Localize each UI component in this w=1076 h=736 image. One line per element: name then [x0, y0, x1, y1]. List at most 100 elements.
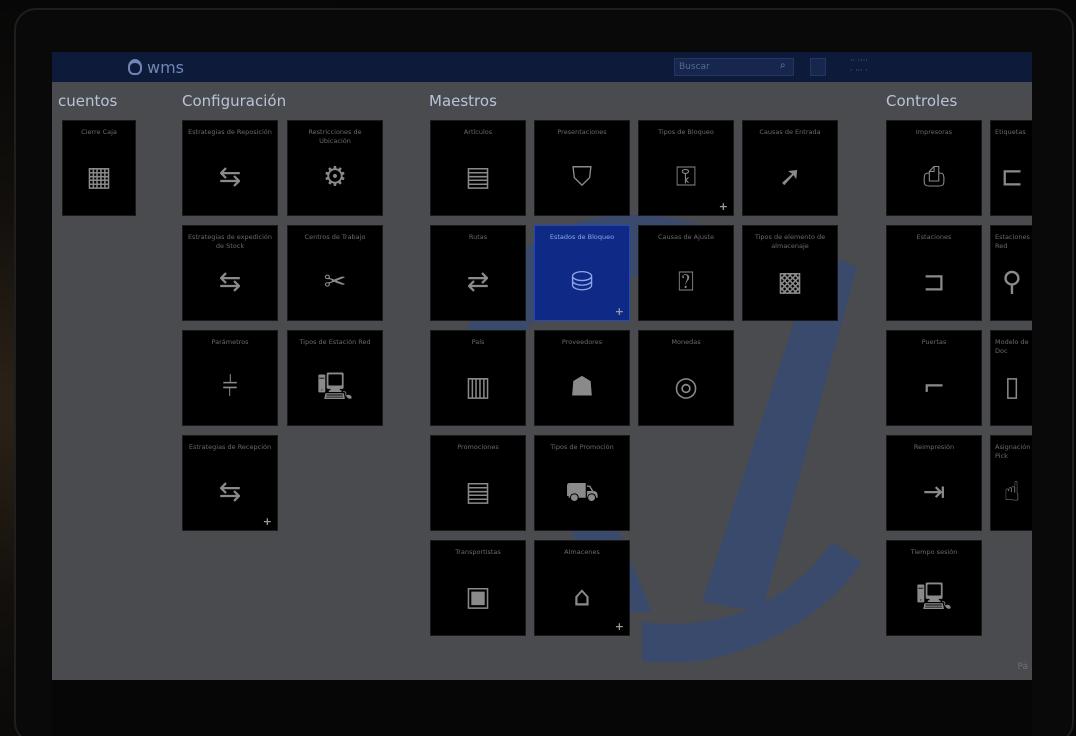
- network-icon: ⚲: [1002, 266, 1022, 298]
- tile-label: Presentaciones: [557, 128, 607, 136]
- add-icon[interactable]: +: [719, 200, 728, 213]
- tile-estados-bloqueo[interactable]: Estados de Bloqueo ⛁ +: [534, 225, 630, 321]
- tile-articulos[interactable]: Artículos ▤: [430, 120, 526, 216]
- hand-icon: ☝: [1003, 476, 1021, 508]
- location-settings-icon: ⚙: [322, 161, 348, 193]
- transfer-arrows-icon: ⇄: [466, 266, 490, 298]
- laptop-base: [52, 680, 1032, 736]
- tile-estaciones[interactable]: Estaciones ⊐: [886, 225, 982, 321]
- tile-label: Monedas: [671, 338, 701, 346]
- label-icon: ⊏: [1000, 161, 1024, 193]
- tile-cierre-caja[interactable]: Cierre Caja ▦: [62, 120, 136, 216]
- tile-centros-trabajo[interactable]: Centros de Trabajo ✂: [287, 225, 383, 321]
- tile-causas-ajuste[interactable]: Causas de Ajuste ⍰: [638, 225, 734, 321]
- tile-estrategias-expedicion[interactable]: Estrategias de expedición de Stock ⇆: [182, 225, 278, 321]
- tile-label: Reimpresión: [913, 443, 955, 451]
- tile-label: Rutas: [468, 233, 488, 241]
- tile-label: Restricciones de Ubicación: [308, 128, 362, 145]
- tile-label: Estrategias de Reposición: [188, 128, 272, 136]
- warehouse-icon: ⌂: [573, 581, 591, 613]
- tile-impresoras[interactable]: Impresoras ⎙: [886, 120, 982, 216]
- tile-monedas[interactable]: Monedas ◎: [638, 330, 734, 426]
- tile-label: País: [471, 338, 485, 346]
- tile-rutas[interactable]: Rutas ⇄: [430, 225, 526, 321]
- tile-promociones[interactable]: Promociones ▤: [430, 435, 526, 531]
- tools-icon: ✂: [323, 266, 347, 298]
- section-cuentos: cuentos: [58, 92, 118, 110]
- app-screen: wms Buscar ⌕ ·· ···· · ··· · cuentos Con…: [52, 52, 1032, 680]
- tile-asignacion-pick[interactable]: Asignación Pick ☝: [990, 435, 1032, 531]
- app-logo[interactable]: wms: [128, 56, 184, 78]
- tile-label: Estaciones Red: [995, 233, 1030, 250]
- supplier-icon: ☗: [569, 371, 595, 403]
- tile-label: Modelo de Doc: [995, 338, 1029, 355]
- tile-pais[interactable]: País ▥: [430, 330, 526, 426]
- user-line-1: ·· ····: [850, 56, 868, 65]
- tile-label: Estrategias de Recepción: [188, 443, 272, 451]
- tile-tiempo-sesion[interactable]: Tiempo sesión 🖳: [886, 540, 982, 636]
- document-icon: ▯: [1004, 371, 1020, 403]
- tile-label: Artículos: [463, 128, 493, 136]
- door-icon: ⌐: [922, 371, 946, 403]
- tile-presentaciones[interactable]: Presentaciones ⛉: [534, 120, 630, 216]
- tile-estrategias-recepcion[interactable]: Estrategias de Recepción ⇆ +: [182, 435, 278, 531]
- tile-label: Tipos de Bloqueo: [658, 128, 714, 136]
- tile-tipos-elemento-almacenaje[interactable]: Tipos de elemento de almacenaje ▩: [742, 225, 838, 321]
- tile-causas-entrada[interactable]: Causas de Entrada ➚: [742, 120, 838, 216]
- photo-scene: wms Buscar ⌕ ·· ···· · ··· · cuentos Con…: [0, 0, 1076, 736]
- tile-reimpresion[interactable]: Reimpresión ⇥: [886, 435, 982, 531]
- search-input[interactable]: Buscar: [674, 58, 794, 76]
- tile-parametros[interactable]: Parámetros ⫩: [182, 330, 278, 426]
- tile-label: Parámetros: [211, 338, 249, 346]
- session-monitor-icon: 🖳: [915, 581, 953, 613]
- strategy-icon: ⇆: [218, 266, 242, 298]
- tile-tipos-promocion[interactable]: Tipos de Promoción ⛟: [534, 435, 630, 531]
- tile-label: Proveedores: [561, 338, 603, 346]
- logo-mark-icon: [128, 59, 142, 75]
- tile-label: Tiempo sesión: [910, 548, 958, 556]
- notifications-button[interactable]: [810, 58, 826, 76]
- tile-etiquetas[interactable]: Etiquetas ⊏: [990, 120, 1032, 216]
- tile-modelo-doc[interactable]: Modelo de Doc ▯: [990, 330, 1032, 426]
- strategy-icon: ⇆: [218, 161, 242, 193]
- search-icon[interactable]: ⌕: [780, 60, 786, 71]
- lock-question-icon: ⚿: [675, 161, 697, 193]
- tile-estrategias-reposicion[interactable]: Estrategias de Reposición ⇆: [182, 120, 278, 216]
- cart-question-icon: ⛟: [565, 476, 599, 508]
- reprint-icon: ⇥: [922, 476, 946, 508]
- lock-coins-icon: ⛁: [570, 266, 594, 298]
- workstation-icon: 🖳: [316, 371, 354, 403]
- tile-estaciones-red[interactable]: Estaciones Red ⚲: [990, 225, 1032, 321]
- calculator-icon: ▦: [86, 161, 112, 193]
- user-info[interactable]: ·· ···· · ··· ·: [850, 56, 868, 76]
- chip-icon: ▤: [465, 476, 491, 508]
- section-maestros: Maestros: [429, 92, 497, 110]
- user-line-2: · ··· ·: [850, 66, 868, 75]
- tile-tipos-estacion-red[interactable]: Tipos de Estación Red 🖳: [287, 330, 383, 426]
- tile-label: Transportistas: [455, 548, 501, 556]
- tile-transportistas[interactable]: Transportistas ▣: [430, 540, 526, 636]
- tile-label: Almacenes: [564, 548, 600, 556]
- tile-proveedores[interactable]: Proveedores ☗: [534, 330, 630, 426]
- chip-icon: ▤: [465, 161, 491, 193]
- section-controles: Controles: [886, 92, 958, 110]
- tile-tipos-bloqueo[interactable]: Tipos de Bloqueo ⚿ +: [638, 120, 734, 216]
- sliders-icon: ⫩: [222, 371, 238, 403]
- add-icon[interactable]: +: [615, 305, 624, 318]
- tile-puertas[interactable]: Puertas ⌐: [886, 330, 982, 426]
- app-name: wms: [147, 57, 185, 77]
- add-icon[interactable]: +: [263, 515, 272, 528]
- tile-label: Promociones: [457, 443, 499, 451]
- tile-almacenes[interactable]: Almacenes ⌂ +: [534, 540, 630, 636]
- tile-label: Causas de Ajuste: [658, 233, 714, 241]
- tile-label: Causas de Entrada: [759, 128, 821, 136]
- bag-icon: ⛉: [571, 161, 593, 193]
- tile-restricciones-ubicacion[interactable]: Restricciones de Ubicación ⚙: [287, 120, 383, 216]
- buildings-icon: ▥: [465, 371, 491, 403]
- storage-grid-icon: ▩: [777, 266, 803, 298]
- tile-label: Tipos de Estación Red: [299, 338, 371, 346]
- adjust-question-icon: ⍰: [677, 266, 695, 298]
- top-bar: wms Buscar ⌕ ·· ···· · ··· ·: [52, 52, 1032, 82]
- add-icon[interactable]: +: [615, 620, 624, 633]
- tile-label: Estaciones: [916, 233, 952, 241]
